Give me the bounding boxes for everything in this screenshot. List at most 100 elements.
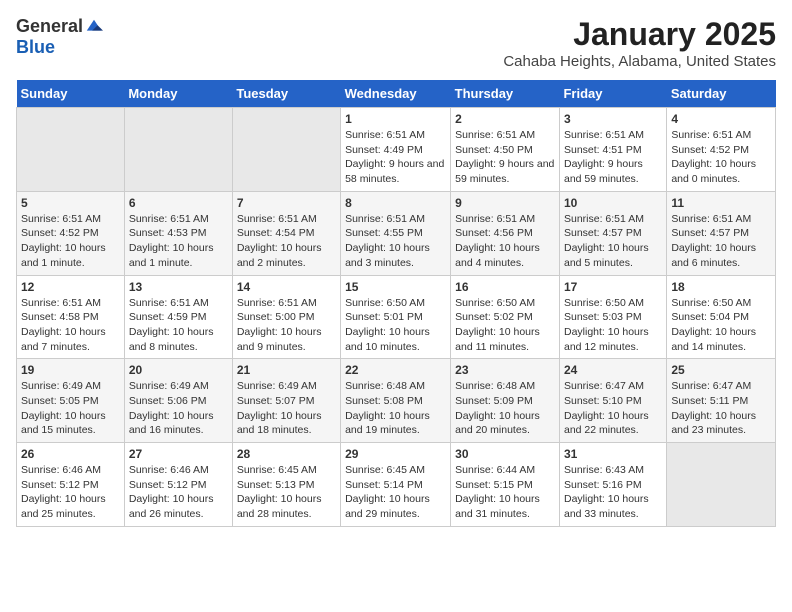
day-info: Sunrise: 6:51 AMSunset: 4:52 PMDaylight:… <box>671 128 771 187</box>
calendar-cell: 11 Sunrise: 6:51 AMSunset: 4:57 PMDayligh… <box>667 191 776 275</box>
day-number: 17 <box>564 280 662 294</box>
day-info: Sunrise: 6:49 AMSunset: 5:05 PMDaylight:… <box>21 379 120 438</box>
day-info: Sunrise: 6:50 AMSunset: 5:04 PMDaylight:… <box>671 296 771 355</box>
weekday-header-row: SundayMondayTuesdayWednesdayThursdayFrid… <box>17 80 776 108</box>
calendar-cell: 2Sunrise: 6:51 AMSunset: 4:50 PMDaylight… <box>451 108 560 192</box>
day-number: 29 <box>345 447 446 461</box>
calendar-cell: 30 Sunrise: 6:44 AMSunset: 5:15 PMDayligh… <box>451 443 560 527</box>
day-info: Sunrise: 6:49 AMSunset: 5:07 PMDaylight:… <box>237 379 336 438</box>
day-info: Sunrise: 6:51 AMSunset: 4:56 PMDaylight:… <box>455 212 555 271</box>
day-info: Sunrise: 6:51 AMSunset: 4:57 PMDaylight:… <box>564 212 662 271</box>
calendar-cell: 29 Sunrise: 6:45 AMSunset: 5:14 PMDayligh… <box>341 443 451 527</box>
day-info: Sunrise: 6:49 AMSunset: 5:06 PMDaylight:… <box>129 379 228 438</box>
day-number: 28 <box>237 447 336 461</box>
calendar-cell: 27 Sunrise: 6:46 AMSunset: 5:12 PMDayligh… <box>124 443 232 527</box>
calendar-cell: 10 Sunrise: 6:51 AMSunset: 4:57 PMDayligh… <box>559 191 666 275</box>
day-number: 30 <box>455 447 555 461</box>
title-section: January 2025 Cahaba Heights, Alabama, Un… <box>503 16 776 70</box>
calendar-cell: 4 Sunrise: 6:51 AMSunset: 4:52 PMDaylight… <box>667 108 776 192</box>
calendar-cell: 7 Sunrise: 6:51 AMSunset: 4:54 PMDaylight… <box>232 191 340 275</box>
day-number: 4 <box>671 112 771 126</box>
day-info: Sunrise: 6:45 AMSunset: 5:14 PMDaylight:… <box>345 463 446 522</box>
calendar-week-row: 12 Sunrise: 6:51 AMSunset: 4:58 PMDayligh… <box>17 275 776 359</box>
day-number: 11 <box>671 196 771 210</box>
calendar-cell: 18Sunrise: 6:50 AMSunset: 5:04 PMDayligh… <box>667 275 776 359</box>
calendar-cell: 13 Sunrise: 6:51 AMSunset: 4:59 PMDayligh… <box>124 275 232 359</box>
day-info: Sunrise: 6:47 AMSunset: 5:10 PMDaylight:… <box>564 379 662 438</box>
day-info: Sunrise: 6:51 AMSunset: 5:00 PMDaylight:… <box>237 296 336 355</box>
calendar-cell: 3 Sunrise: 6:51 AMSunset: 4:51 PMDaylight… <box>559 108 666 192</box>
day-info: Sunrise: 6:44 AMSunset: 5:15 PMDaylight:… <box>455 463 555 522</box>
day-number: 1 <box>345 112 446 126</box>
calendar-cell <box>124 108 232 192</box>
day-number: 24 <box>564 363 662 377</box>
calendar-cell: 16Sunrise: 6:50 AMSunset: 5:02 PMDayligh… <box>451 275 560 359</box>
day-number: 31 <box>564 447 662 461</box>
calendar-cell: 9 Sunrise: 6:51 AMSunset: 4:56 PMDaylight… <box>451 191 560 275</box>
day-number: 5 <box>21 196 120 210</box>
calendar-cell: 31 Sunrise: 6:43 AMSunset: 5:16 PMDayligh… <box>559 443 666 527</box>
calendar-cell: 24 Sunrise: 6:47 AMSunset: 5:10 PMDayligh… <box>559 359 666 443</box>
logo-general-text: General <box>16 16 83 37</box>
calendar-cell: 20Sunrise: 6:49 AMSunset: 5:06 PMDayligh… <box>124 359 232 443</box>
location-title: Cahaba Heights, Alabama, United States <box>503 53 776 70</box>
logo: General Blue <box>16 16 103 58</box>
day-number: 27 <box>129 447 228 461</box>
day-number: 6 <box>129 196 228 210</box>
page-header: General Blue January 2025 Cahaba Heights… <box>16 16 776 70</box>
calendar-table: SundayMondayTuesdayWednesdayThursdayFrid… <box>16 80 776 527</box>
day-info: Sunrise: 6:51 AMSunset: 4:54 PMDaylight:… <box>237 212 336 271</box>
weekday-header-saturday: Saturday <box>667 80 776 108</box>
day-info: Sunrise: 6:46 AMSunset: 5:12 PMDaylight:… <box>21 463 120 522</box>
day-info: Sunrise: 6:48 AMSunset: 5:09 PMDaylight:… <box>455 379 555 438</box>
day-number: 15 <box>345 280 446 294</box>
day-info: Sunrise: 6:45 AMSunset: 5:13 PMDaylight:… <box>237 463 336 522</box>
calendar-week-row: 26Sunrise: 6:46 AMSunset: 5:12 PMDayligh… <box>17 443 776 527</box>
day-info: Sunrise: 6:46 AMSunset: 5:12 PMDaylight:… <box>129 463 228 522</box>
day-info: Sunrise: 6:50 AMSunset: 5:01 PMDaylight:… <box>345 296 446 355</box>
day-info: Sunrise: 6:43 AMSunset: 5:16 PMDaylight:… <box>564 463 662 522</box>
day-info: Sunrise: 6:51 AMSunset: 4:50 PMDaylight:… <box>455 128 555 187</box>
calendar-cell <box>667 443 776 527</box>
day-number: 7 <box>237 196 336 210</box>
day-number: 21 <box>237 363 336 377</box>
day-info: Sunrise: 6:51 AMSunset: 4:57 PMDaylight:… <box>671 212 771 271</box>
calendar-cell: 8 Sunrise: 6:51 AMSunset: 4:55 PMDaylight… <box>341 191 451 275</box>
calendar-cell: 22 Sunrise: 6:48 AMSunset: 5:08 PMDayligh… <box>341 359 451 443</box>
weekday-header-friday: Friday <box>559 80 666 108</box>
day-number: 13 <box>129 280 228 294</box>
day-info: Sunrise: 6:48 AMSunset: 5:08 PMDaylight:… <box>345 379 446 438</box>
weekday-header-thursday: Thursday <box>451 80 560 108</box>
calendar-week-row: 1Sunrise: 6:51 AMSunset: 4:49 PMDaylight… <box>17 108 776 192</box>
month-title: January 2025 <box>503 16 776 53</box>
calendar-cell: 12 Sunrise: 6:51 AMSunset: 4:58 PMDayligh… <box>17 275 125 359</box>
calendar-cell: 6 Sunrise: 6:51 AMSunset: 4:53 PMDaylight… <box>124 191 232 275</box>
calendar-cell: 17Sunrise: 6:50 AMSunset: 5:03 PMDayligh… <box>559 275 666 359</box>
calendar-cell: 26Sunrise: 6:46 AMSunset: 5:12 PMDayligh… <box>17 443 125 527</box>
calendar-cell: 25 Sunrise: 6:47 AMSunset: 5:11 PMDayligh… <box>667 359 776 443</box>
calendar-cell: 21 Sunrise: 6:49 AMSunset: 5:07 PMDayligh… <box>232 359 340 443</box>
calendar-cell: 23Sunrise: 6:48 AMSunset: 5:09 PMDayligh… <box>451 359 560 443</box>
day-number: 3 <box>564 112 662 126</box>
day-number: 8 <box>345 196 446 210</box>
day-number: 10 <box>564 196 662 210</box>
calendar-cell: 19Sunrise: 6:49 AMSunset: 5:05 PMDayligh… <box>17 359 125 443</box>
day-number: 22 <box>345 363 446 377</box>
calendar-cell: 5 Sunrise: 6:51 AMSunset: 4:52 PMDaylight… <box>17 191 125 275</box>
weekday-header-sunday: Sunday <box>17 80 125 108</box>
day-info: Sunrise: 6:51 AMSunset: 4:51 PMDaylight:… <box>564 128 662 187</box>
weekday-header-wednesday: Wednesday <box>341 80 451 108</box>
day-info: Sunrise: 6:51 AMSunset: 4:59 PMDaylight:… <box>129 296 228 355</box>
day-number: 25 <box>671 363 771 377</box>
day-info: Sunrise: 6:50 AMSunset: 5:02 PMDaylight:… <box>455 296 555 355</box>
day-number: 12 <box>21 280 120 294</box>
logo-blue-text: Blue <box>16 37 55 58</box>
day-info: Sunrise: 6:51 AMSunset: 4:53 PMDaylight:… <box>129 212 228 271</box>
day-info: Sunrise: 6:51 AMSunset: 4:52 PMDaylight:… <box>21 212 120 271</box>
day-info: Sunrise: 6:51 AMSunset: 4:55 PMDaylight:… <box>345 212 446 271</box>
day-info: Sunrise: 6:47 AMSunset: 5:11 PMDaylight:… <box>671 379 771 438</box>
day-info: Sunrise: 6:51 AMSunset: 4:58 PMDaylight:… <box>21 296 120 355</box>
calendar-cell: 28 Sunrise: 6:45 AMSunset: 5:13 PMDayligh… <box>232 443 340 527</box>
calendar-cell <box>17 108 125 192</box>
day-number: 9 <box>455 196 555 210</box>
